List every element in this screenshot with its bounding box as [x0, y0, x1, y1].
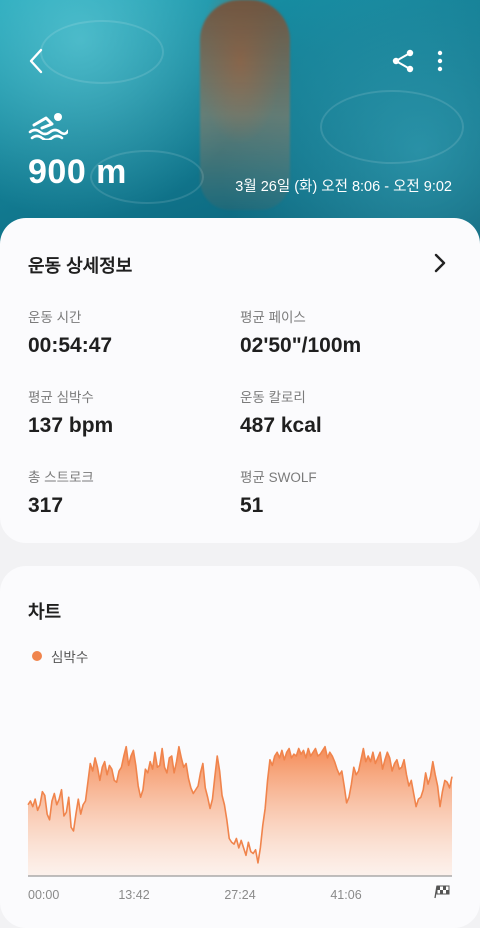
x-tick-label: 13:42: [118, 888, 149, 902]
metric-value: 02'50"/100m: [240, 334, 362, 357]
x-tick-label: 41:06: [330, 888, 361, 902]
metric-label: 평균 페이스: [240, 310, 306, 325]
water-ripple: [40, 20, 164, 84]
x-tick-label: 00:00: [28, 888, 59, 902]
back-arrow-icon[interactable]: [22, 46, 52, 76]
distance-value: 900 m: [28, 153, 127, 191]
finish-flag-icon: [434, 885, 450, 899]
metric-value: 317: [28, 494, 64, 517]
metric-average-pace: 평균 페이스 02'50"/100m: [240, 306, 361, 358]
metric-average-heart-rate: 평균 심박수 137 bpm: [28, 386, 113, 438]
more-options-icon[interactable]: [430, 48, 450, 74]
water-ripple: [320, 90, 464, 164]
workout-date-range: 3월 26일 (화) 오전 8:06 - 오전 9:02: [235, 179, 452, 195]
metric-value: 137 bpm: [28, 414, 114, 437]
x-tick-label: 27:24: [224, 888, 255, 902]
metric-total-strokes: 총 스트로크 317: [28, 466, 94, 518]
metric-label: 평균 심박수: [28, 390, 94, 405]
metric-value: 487 kcal: [240, 414, 322, 437]
metric-calories: 운동 칼로리 487 kcal: [240, 386, 322, 438]
share-icon[interactable]: [390, 48, 416, 74]
metric-label: 총 스트로크: [28, 470, 94, 485]
metric-label: 운동 칼로리: [240, 390, 306, 405]
details-title: 운동 상세정보: [28, 256, 133, 276]
chevron-right-icon[interactable]: [430, 252, 450, 274]
chart-card: 차트 심박수 00:00 13:42 27:24 41:06: [0, 566, 480, 928]
metric-label: 운동 시간: [28, 310, 82, 325]
metric-average-swolf: 평균 SWOLF 51: [240, 466, 317, 518]
metric-label: 평균 SWOLF: [240, 470, 317, 485]
swimming-icon: [28, 113, 68, 140]
heart-rate-chart: 00:00 13:42 27:24 41:06: [27, 745, 453, 902]
metric-value: 00:54:47: [28, 334, 113, 357]
metric-value: 51: [240, 494, 264, 517]
workout-details-card[interactable]: 운동 상세정보 운동 시간 00:54:47 평균 페이스 02'50"/100…: [0, 218, 480, 543]
metric-workout-time: 운동 시간 00:54:47: [28, 306, 112, 358]
hero-photo: 900 m 3월 26일 (화) 오전 8:06 - 오전 9:02: [0, 0, 480, 245]
